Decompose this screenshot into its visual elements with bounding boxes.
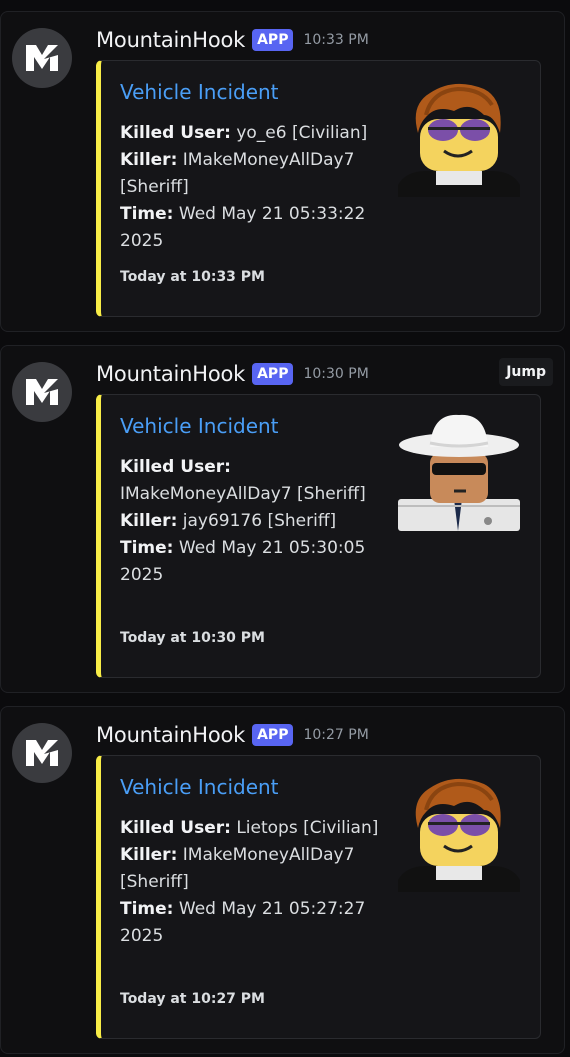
mountainhook-logo-icon <box>26 379 58 405</box>
field-label: Killer: <box>120 845 178 865</box>
embed-title: Vehicle Incident <box>120 775 279 799</box>
field-value: Lietops [Civilian] <box>236 818 379 838</box>
embed-card: Vehicle Incident Killed User: yo_e6 [Civ… <box>96 60 541 317</box>
field-label: Killed User: <box>120 123 231 143</box>
embed-fields: Killed User: Lietops [Civilian] Killer: … <box>120 815 380 950</box>
field-time: Time: Wed May 21 05:27:27 2025 <box>120 896 380 950</box>
field-label: Killed User: <box>120 457 231 477</box>
username[interactable]: MountainHook <box>96 28 245 52</box>
field-label: Killer: <box>120 150 178 170</box>
message-header: MountainHook APP 10:33 PM <box>96 26 369 54</box>
field-label: Killed User: <box>120 818 231 838</box>
timestamp: 10:33 PM <box>303 32 369 48</box>
timestamp: 10:30 PM <box>303 366 369 382</box>
mountainhook-avatar[interactable] <box>12 723 72 783</box>
field-value: IMakeMoneyAllDay7 [Sheriff] <box>120 484 366 504</box>
avatar-thumbnail-icon[interactable] <box>396 770 522 896</box>
jump-button[interactable]: Jump <box>499 358 553 386</box>
message-header: MountainHook APP 10:30 PM <box>96 360 369 388</box>
field-value: jay69176 [Sheriff] <box>182 511 337 531</box>
embed-footer: Today at 10:27 PM <box>120 991 265 1007</box>
mountainhook-logo-icon <box>26 45 58 71</box>
message-2: MountainHook APP 10:30 PM Jump Vehicle I… <box>0 345 565 693</box>
avatar-thumbnail-icon[interactable] <box>396 409 522 535</box>
embed-fields: Killed User: IMakeMoneyAllDay7 [Sheriff]… <box>120 454 380 589</box>
mountainhook-logo-icon <box>26 740 58 766</box>
field-time: Time: Wed May 21 05:33:22 2025 <box>120 201 380 255</box>
field-label: Time: <box>120 899 174 919</box>
embed-footer: Today at 10:33 PM <box>120 269 265 285</box>
embed-footer: Today at 10:30 PM <box>120 630 265 646</box>
avatar-thumbnail-icon[interactable] <box>396 75 522 201</box>
mountainhook-avatar[interactable] <box>12 28 72 88</box>
message-header: MountainHook APP 10:27 PM <box>96 721 369 749</box>
app-badge: APP <box>252 29 294 51</box>
embed-card: Vehicle Incident Killed User: IMakeMoney… <box>96 394 541 678</box>
field-value: yo_e6 [Civilian] <box>236 123 368 143</box>
field-label: Time: <box>120 204 174 224</box>
field-label: Killer: <box>120 511 178 531</box>
field-killer: Killer: IMakeMoneyAllDay7 [Sheriff] <box>120 842 380 896</box>
field-killed-user: Killed User: IMakeMoneyAllDay7 [Sheriff] <box>120 454 380 508</box>
embed-title: Vehicle Incident <box>120 80 279 104</box>
field-time: Time: Wed May 21 05:30:05 2025 <box>120 535 380 589</box>
field-killed-user: Killed User: yo_e6 [Civilian] <box>120 120 380 147</box>
embed-fields: Killed User: yo_e6 [Civilian] Killer: IM… <box>120 120 380 255</box>
username[interactable]: MountainHook <box>96 362 245 386</box>
app-badge: APP <box>252 724 294 746</box>
mountainhook-avatar[interactable] <box>12 362 72 422</box>
embed-title: Vehicle Incident <box>120 414 279 438</box>
username[interactable]: MountainHook <box>96 723 245 747</box>
field-killer: Killer: IMakeMoneyAllDay7 [Sheriff] <box>120 147 380 201</box>
embed-card: Vehicle Incident Killed User: Lietops [C… <box>96 755 541 1039</box>
field-killer: Killer: jay69176 [Sheriff] <box>120 508 380 535</box>
message-3: MountainHook APP 10:27 PM Vehicle Incide… <box>0 706 565 1054</box>
message-1: MountainHook APP 10:33 PM Vehicle Incide… <box>0 11 565 332</box>
field-label: Time: <box>120 538 174 558</box>
timestamp: 10:27 PM <box>303 727 369 743</box>
app-badge: APP <box>252 363 294 385</box>
field-killed-user: Killed User: Lietops [Civilian] <box>120 815 380 842</box>
